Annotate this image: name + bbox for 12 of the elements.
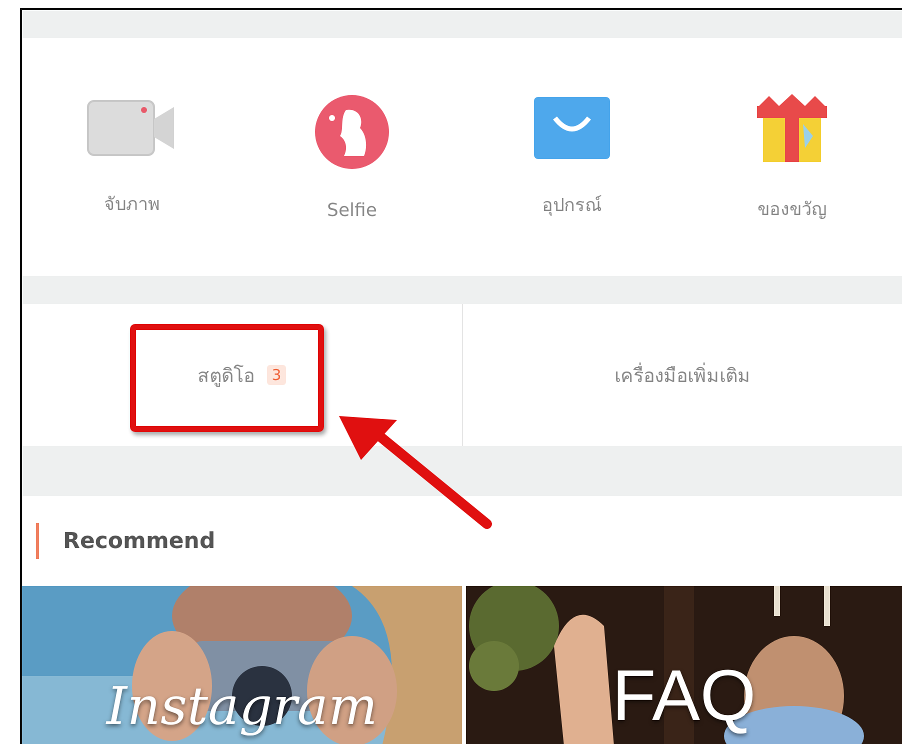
gift-icon xyxy=(755,92,829,164)
tab-label: สตูดิโอ xyxy=(198,364,255,389)
shortcut-label[interactable]: จับภาพ xyxy=(104,188,160,218)
shortcut-label[interactable]: Selfie xyxy=(327,200,377,220)
selfie-icon xyxy=(314,94,390,170)
count-badge: 3 xyxy=(266,365,286,385)
tab-label: เครื่องมือเพิ่มเติม xyxy=(614,360,750,390)
shopping-bag-icon xyxy=(533,96,611,160)
shortcut-label[interactable]: อุปกรณ์ xyxy=(542,190,602,218)
section-title: Recommend xyxy=(63,528,216,554)
tab[interactable]: เครื่องมือเพิ่มเติม xyxy=(463,304,902,446)
shortcut-label[interactable]: ของขวัญ xyxy=(758,194,826,222)
